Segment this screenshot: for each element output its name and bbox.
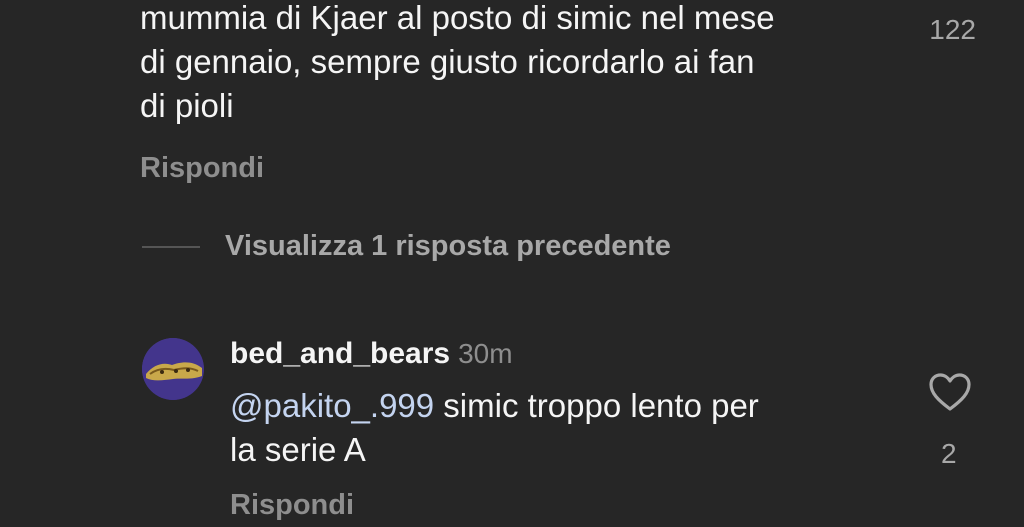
comment-text: mummia di Kjaer al posto di simic nel me… — [140, 0, 900, 128]
comment-text-line: di gennaio, sempre giusto ricordarlo ai … — [140, 43, 755, 80]
view-replies-label: Visualizza 1 risposta precedente — [225, 230, 671, 262]
avatar[interactable] — [142, 338, 204, 400]
username[interactable]: bed_and_bears — [230, 337, 450, 370]
avatar-image — [142, 338, 204, 400]
reply-text-line: simic troppo lento per — [434, 387, 759, 424]
view-previous-replies-button[interactable]: Visualizza 1 risposta precedente — [142, 230, 671, 263]
reply-button[interactable]: Rispondi — [140, 152, 264, 185]
reply-text: @pakito_.999 simic troppo lento per la s… — [230, 384, 870, 472]
reply-header: bed_and_bears 30m — [230, 337, 513, 371]
reply-like-count: 2 — [941, 438, 957, 469]
divider-line — [142, 245, 200, 248]
comment-text-line: mummia di Kjaer al posto di simic nel me… — [140, 0, 775, 36]
reply-button[interactable]: Rispondi — [230, 489, 354, 522]
timestamp: 30m — [458, 338, 513, 369]
comment-text-line: di pioli — [140, 87, 234, 124]
mention-link[interactable]: @pakito_.999 — [230, 387, 434, 424]
heart-icon[interactable] — [928, 372, 972, 412]
comment-like-count[interactable]: 122 — [929, 14, 976, 46]
reply-text-line: la serie A — [230, 431, 366, 468]
